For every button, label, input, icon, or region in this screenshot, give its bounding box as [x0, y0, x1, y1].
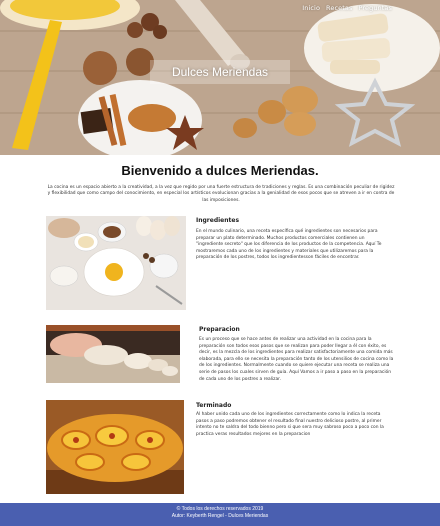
section-text-preparacion: Es un proceso que se hace antes de reali…: [199, 337, 394, 382]
footer: © Todos los derechos reservados 2019 Aut…: [0, 503, 440, 526]
ingredients-image: [46, 216, 186, 310]
section-title-terminado: Terminado: [196, 402, 232, 409]
hero-banner: Inicio Recetas Preguntas Dulces Merienda…: [0, 0, 440, 155]
section-title-preparacion: Preparacion: [199, 326, 240, 333]
page-heading: Bienvenido a dulces Meriendas.: [121, 163, 319, 178]
hero-title-box: Dulces Meriendas: [150, 60, 290, 84]
nav-link-recetas[interactable]: Recetas: [326, 4, 352, 12]
top-nav: Inicio Recetas Preguntas: [302, 4, 392, 12]
nav-link-inicio[interactable]: Inicio: [302, 4, 320, 12]
hero-title: Dulces Meriendas: [171, 65, 269, 79]
footer-copyright: © Todos los derechos reservados 2019: [176, 506, 264, 512]
footer-author: Autor: Keyberth Rengel - Dulces Merienda…: [171, 513, 269, 519]
section-title-ingredientes: Ingredientes: [196, 217, 240, 224]
intro-paragraph: La cocina es un espacio abierto a la cre…: [47, 185, 395, 203]
section-text-ingredientes: En el mundo culinario, una receta especí…: [196, 229, 382, 261]
finished-cake-image: [46, 400, 184, 494]
nav-link-preguntas[interactable]: Preguntas: [358, 4, 392, 12]
section-text-terminado: Al haber unido cada uno de los ingredien…: [196, 412, 384, 437]
preparation-image: [46, 325, 180, 383]
